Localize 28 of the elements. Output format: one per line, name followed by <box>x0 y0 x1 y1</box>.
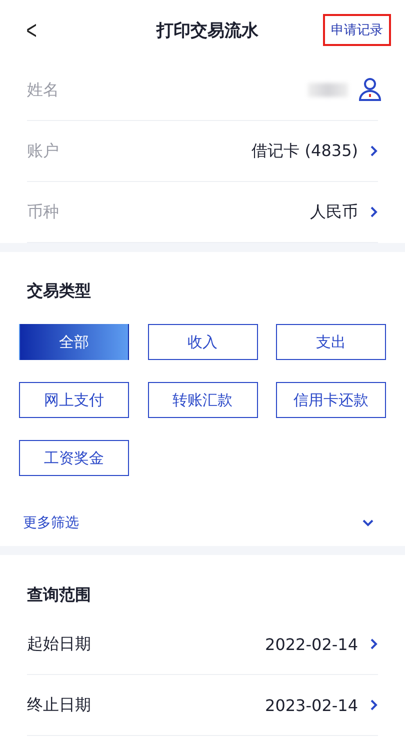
section-title: 交易类型 <box>26 280 92 302</box>
chevron-right-icon <box>370 699 378 711</box>
person-icon[interactable] <box>358 77 382 103</box>
chevron-down-icon[interactable] <box>362 519 374 527</box>
field-label: 账户 <box>27 140 59 162</box>
back-button[interactable]: < <box>26 14 37 46</box>
chevron-right-icon <box>370 638 378 650</box>
field-value[interactable]: 借记卡 (4835) <box>252 140 358 162</box>
filter-option[interactable]: 工资奖金 <box>19 440 129 476</box>
application-records-link[interactable]: 申请记录 <box>323 14 391 46</box>
filter-option[interactable]: 信用卡还款 <box>276 382 386 418</box>
chevron-right-icon <box>370 206 378 218</box>
field-value[interactable]: 人民币 <box>310 202 358 222</box>
chevron-right-icon <box>370 145 378 157</box>
filter-option[interactable]: 支出 <box>276 324 386 360</box>
date-value[interactable]: 2023-02-14 <box>265 696 358 714</box>
section-title: 查询范围 <box>27 584 92 606</box>
filter-option[interactable]: 全部 <box>19 324 129 360</box>
field-label: 终止日期 <box>27 694 91 716</box>
filter-option[interactable]: 收入 <box>148 324 258 360</box>
field-label: 姓名 <box>27 80 59 100</box>
field-label: 币种 <box>27 202 59 222</box>
filter-option[interactable]: 转账汇款 <box>148 382 258 418</box>
field-label: 起始日期 <box>27 634 91 654</box>
date-value[interactable]: 2022-02-14 <box>265 634 358 654</box>
more-filters-link[interactable]: 更多筛选 <box>23 514 79 532</box>
filter-option[interactable]: 网上支付 <box>19 382 129 418</box>
page-title: 打印交易流水 <box>156 20 258 42</box>
